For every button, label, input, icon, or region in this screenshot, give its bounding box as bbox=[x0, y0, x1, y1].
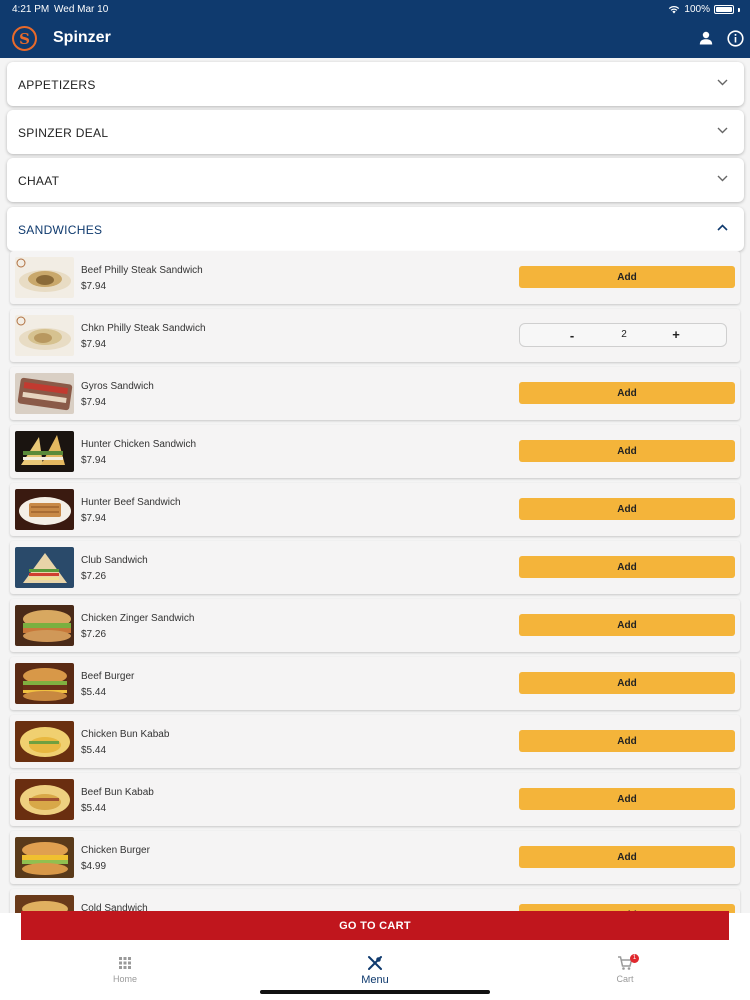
status-right: 100% bbox=[668, 4, 740, 15]
item-price: $7.94 bbox=[81, 339, 107, 350]
item-name: Beef Bun Kabab bbox=[81, 787, 154, 798]
menu-item: Beef Burger $5.44 Add bbox=[10, 657, 740, 710]
category-label: APPETIZERS bbox=[18, 78, 96, 92]
app-title: Spinzer bbox=[53, 29, 111, 46]
status-time: 4:21 PM bbox=[12, 4, 50, 15]
add-button[interactable]: Add bbox=[519, 556, 735, 578]
menu-item: Hunter Chicken Sandwich $7.94 Add bbox=[10, 425, 740, 478]
item-price: $5.44 bbox=[81, 803, 107, 814]
chevron-up-icon bbox=[717, 224, 728, 231]
add-button[interactable]: Add bbox=[519, 730, 735, 752]
category-label: SANDWICHES bbox=[18, 223, 103, 237]
tab-menu[interactable]: Menu bbox=[335, 954, 415, 986]
info-icon bbox=[726, 29, 744, 47]
menu-item: Cold Sandwich Add bbox=[10, 889, 740, 913]
category-label: SPINZER DEAL bbox=[18, 126, 109, 140]
category-appetizers[interactable]: APPETIZERS bbox=[7, 62, 744, 106]
item-price: $7.94 bbox=[81, 397, 107, 408]
menu-content[interactable]: APPETIZERS SPINZER DEAL CHAAT SANDWICHES… bbox=[0, 58, 750, 913]
add-button[interactable]: Add bbox=[519, 846, 735, 868]
item-name: Beef Burger bbox=[81, 671, 135, 682]
food-thumbnail bbox=[15, 605, 74, 646]
grid-icon bbox=[119, 957, 131, 969]
food-thumbnail bbox=[15, 373, 74, 414]
add-button[interactable]: Add bbox=[519, 788, 735, 810]
item-price: $7.26 bbox=[81, 571, 107, 582]
add-button[interactable]: Add bbox=[519, 440, 735, 462]
person-icon bbox=[699, 31, 713, 45]
go-to-cart-button[interactable]: GO TO CART bbox=[21, 911, 729, 940]
food-thumbnail bbox=[15, 547, 74, 588]
battery-percent: 100% bbox=[684, 4, 710, 15]
item-name: Club Sandwich bbox=[81, 555, 148, 566]
add-button[interactable]: Add bbox=[519, 672, 735, 694]
item-price: $7.94 bbox=[81, 513, 107, 524]
increment-button[interactable]: + bbox=[668, 327, 684, 342]
spinzer-logo[interactable]: S bbox=[12, 26, 37, 51]
chevron-down-icon bbox=[717, 175, 728, 182]
quantity-value: 2 bbox=[621, 329, 627, 340]
item-name: Chicken Zinger Sandwich bbox=[81, 613, 195, 624]
category-sandwiches[interactable]: SANDWICHES bbox=[7, 207, 744, 251]
item-name: Chkn Philly Steak Sandwich bbox=[81, 323, 206, 334]
tab-label: Cart bbox=[616, 974, 634, 984]
menu-item: Club Sandwich $7.26 Add bbox=[10, 541, 740, 594]
tab-label: Menu bbox=[361, 974, 389, 986]
item-name: Chicken Burger bbox=[81, 845, 150, 856]
tab-label: Home bbox=[112, 974, 137, 984]
item-name: Hunter Beef Sandwich bbox=[81, 497, 181, 508]
food-thumbnail bbox=[15, 257, 74, 298]
item-name: Chicken Bun Kabab bbox=[81, 729, 170, 740]
cart-badge: 1 bbox=[630, 954, 639, 963]
menu-item: Beef Philly Steak Sandwich $7.94 Add bbox=[10, 251, 740, 304]
food-thumbnail bbox=[15, 779, 74, 820]
item-price: $7.26 bbox=[81, 629, 107, 640]
food-thumbnail bbox=[15, 315, 74, 356]
menu-item: Chicken Bun Kabab $5.44 Add bbox=[10, 715, 740, 768]
chevron-down-icon bbox=[717, 127, 728, 134]
item-name: Hunter Chicken Sandwich bbox=[81, 439, 197, 450]
menu-item: Chicken Zinger Sandwich $7.26 Add bbox=[10, 599, 740, 652]
utensils-icon bbox=[368, 956, 382, 970]
item-name: Beef Philly Steak Sandwich bbox=[81, 265, 203, 276]
info-button[interactable] bbox=[726, 29, 744, 47]
item-name: Gyros Sandwich bbox=[81, 381, 154, 392]
add-button[interactable]: Add bbox=[519, 498, 735, 520]
menu-item: Hunter Beef Sandwich $7.94 Add bbox=[10, 483, 740, 536]
item-price: $4.99 bbox=[81, 861, 107, 872]
item-price: $5.44 bbox=[81, 687, 107, 698]
category-label: CHAAT bbox=[18, 174, 60, 188]
menu-item: Beef Bun Kabab $5.44 Add bbox=[10, 773, 740, 826]
status-bar: 4:21 PM Wed Mar 10 100% bbox=[0, 0, 750, 18]
app-header: 4:21 PM Wed Mar 10 100% S Spinzer bbox=[0, 0, 750, 58]
tab-cart[interactable]: 1 Cart bbox=[585, 954, 665, 984]
quantity-stepper: - 2 + bbox=[519, 323, 727, 347]
tab-home[interactable]: Home bbox=[85, 954, 165, 984]
item-price: $7.94 bbox=[81, 455, 107, 466]
wifi-icon bbox=[669, 5, 680, 14]
menu-item: Chicken Burger $4.99 Add bbox=[10, 831, 740, 884]
add-button[interactable]: Add bbox=[519, 382, 735, 404]
food-thumbnail bbox=[15, 837, 74, 878]
food-thumbnail bbox=[15, 431, 74, 472]
food-thumbnail bbox=[15, 489, 74, 530]
category-spinzer-deal[interactable]: SPINZER DEAL bbox=[7, 110, 744, 154]
add-button[interactable]: Add bbox=[519, 614, 735, 636]
status-date: Wed Mar 10 bbox=[54, 4, 109, 15]
food-thumbnail bbox=[15, 663, 74, 704]
menu-item: Gyros Sandwich $7.94 Add bbox=[10, 367, 740, 420]
chevron-down-icon bbox=[717, 79, 728, 86]
add-button[interactable]: Add bbox=[519, 266, 735, 288]
food-thumbnail bbox=[15, 721, 74, 762]
item-price: $5.44 bbox=[81, 745, 107, 756]
battery-icon bbox=[714, 5, 734, 14]
home-indicator bbox=[260, 990, 490, 994]
item-price: $7.94 bbox=[81, 281, 107, 292]
decrement-button[interactable]: - bbox=[564, 328, 580, 343]
profile-button[interactable] bbox=[697, 29, 715, 47]
category-chaat[interactable]: CHAAT bbox=[7, 158, 744, 202]
menu-item: Chkn Philly Steak Sandwich $7.94 - 2 + bbox=[10, 309, 740, 362]
